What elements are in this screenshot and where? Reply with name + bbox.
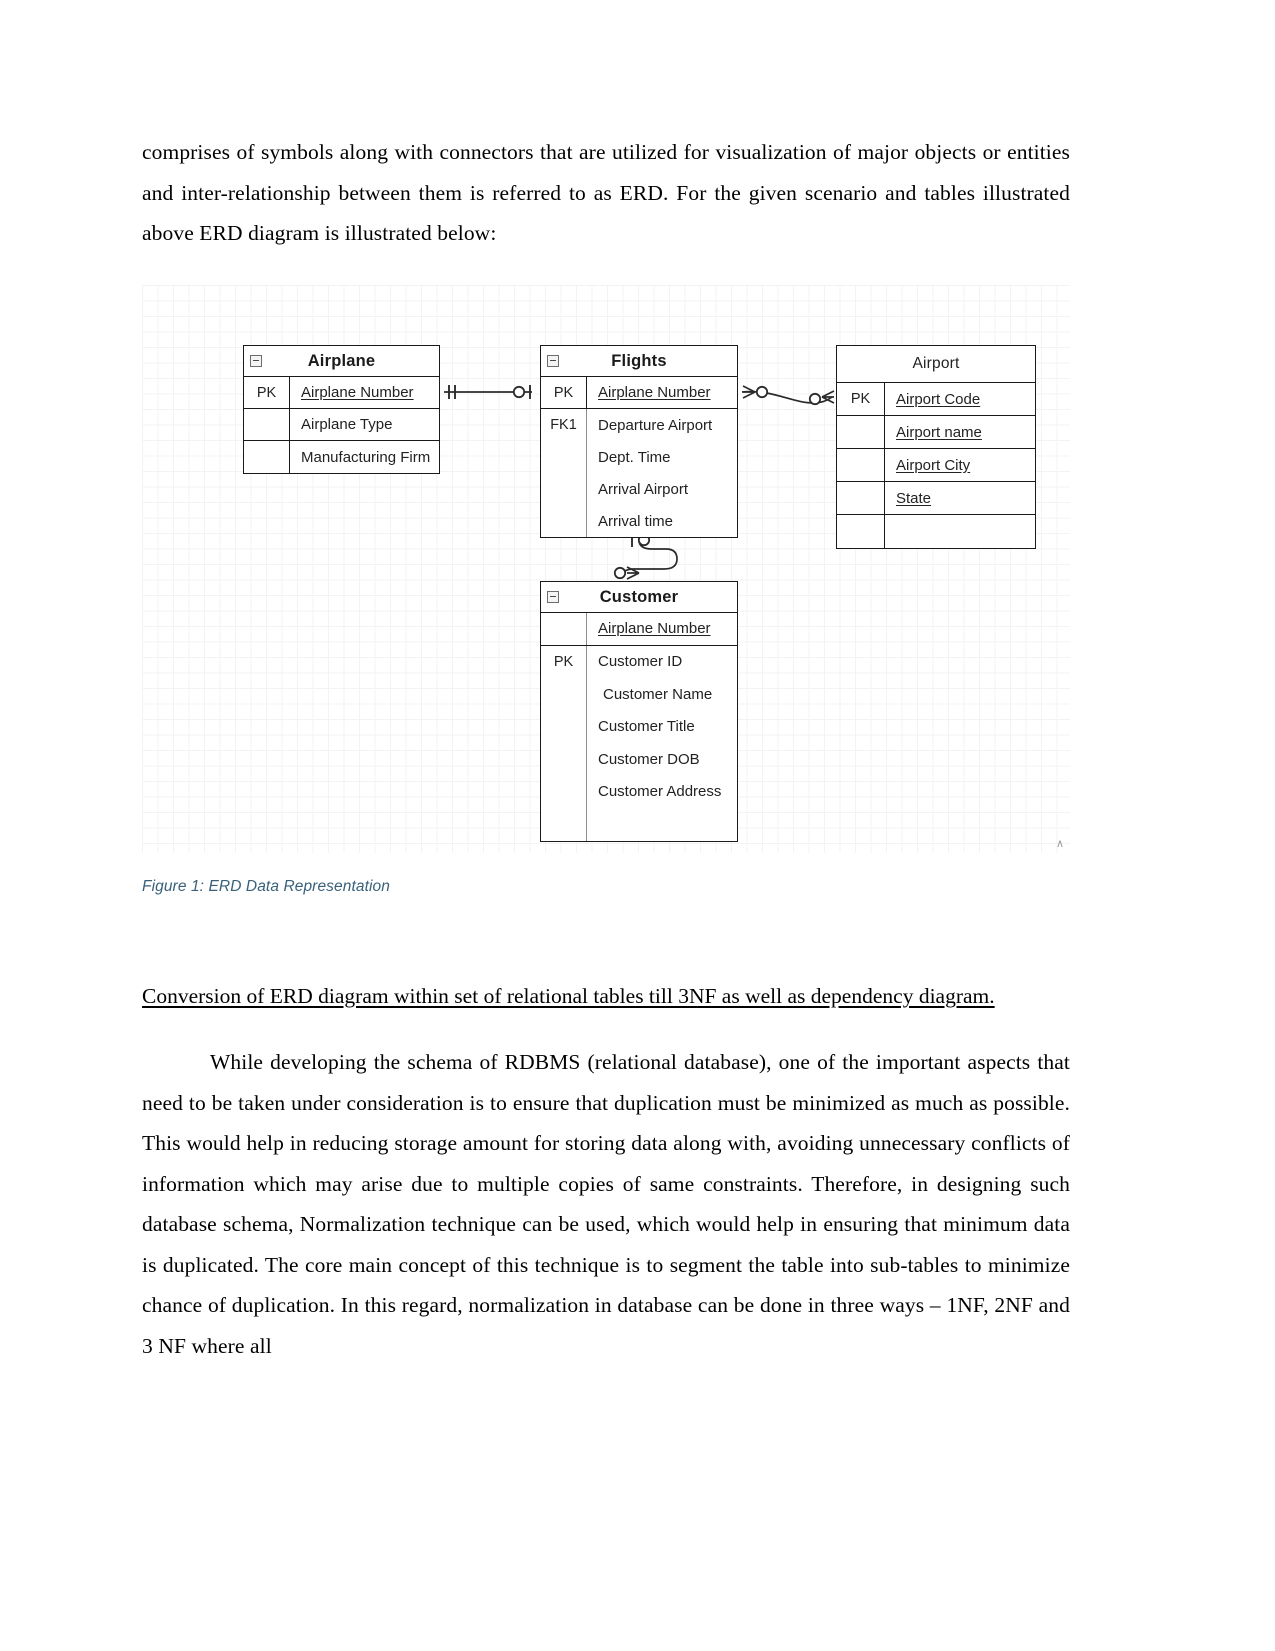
- entity-row: Arrival Airport: [541, 473, 737, 505]
- row-key: FK1: [541, 409, 587, 441]
- row-key: [837, 482, 885, 514]
- entity-airport[interactable]: Airport PK Airport Code Airport name Air…: [836, 345, 1036, 549]
- row-key: PK: [541, 645, 587, 678]
- row-attribute: Departure Airport: [598, 416, 713, 434]
- entity-row: Customer DOB: [541, 743, 737, 776]
- entity-row: Airport name: [837, 416, 1035, 449]
- row-attribute: Manufacturing Firm: [301, 448, 431, 466]
- entity-row: Customer Title: [541, 710, 737, 743]
- row-key: [541, 678, 587, 711]
- row-key: [541, 710, 587, 743]
- entity-flights[interactable]: Flights PK Airplane Number FK1 Departure…: [540, 345, 738, 538]
- figure-caption: Figure 1: ERD Data Representation: [142, 878, 390, 895]
- section-heading: Conversion of ERD diagram within set of …: [142, 984, 995, 1008]
- crowsfoot-flights-side: [742, 385, 756, 399]
- collapse-icon[interactable]: [547, 591, 559, 603]
- entity-row: Airplane Number: [541, 613, 737, 646]
- entity-row: Airport City: [837, 449, 1035, 482]
- canvas-corner-mark: ∧: [1055, 838, 1064, 850]
- row-key: [541, 775, 587, 808]
- intro-paragraph-block: comprises of symbols along with connecto…: [142, 132, 1070, 254]
- row-key: [837, 416, 885, 448]
- entity-airplane[interactable]: Airplane PK Airplane Number Airplane Typ…: [243, 345, 440, 474]
- row-key: PK: [837, 383, 885, 415]
- row-attribute: Airport City: [896, 456, 971, 474]
- entity-customer-header: Customer: [541, 582, 737, 613]
- entity-row: Airplane Type: [244, 409, 439, 441]
- body-paragraph-block: While developing the schema of RDBMS (re…: [142, 1042, 1070, 1366]
- entity-flights-header: Flights: [541, 346, 737, 377]
- intro-paragraph: comprises of symbols along with connecto…: [142, 140, 1070, 245]
- cardinality-circle-zero: [512, 385, 526, 399]
- entity-row: PK Airport Code: [837, 383, 1035, 416]
- row-attribute: Airplane Number: [598, 384, 711, 401]
- row-key: PK: [541, 377, 587, 408]
- row-attribute: State: [896, 489, 932, 507]
- row-attribute: Arrival time: [598, 512, 674, 530]
- entity-row: Arrival time: [541, 505, 737, 537]
- row-attribute: Airport name: [896, 423, 982, 441]
- collapse-icon[interactable]: [547, 355, 559, 367]
- row-attribute: Airplane Number: [598, 620, 711, 638]
- entity-row: Dept. Time: [541, 441, 737, 473]
- entity-row: State: [837, 482, 1035, 515]
- entity-customer-title: Customer: [599, 587, 679, 606]
- row-attribute: [885, 515, 1035, 548]
- row-attribute: Customer DOB: [598, 750, 700, 768]
- row-key: PK: [244, 377, 290, 408]
- entity-flights-title: Flights: [611, 351, 667, 370]
- row-key: [541, 505, 587, 537]
- erd-figure: Airplane PK Airplane Number Airplane Typ…: [142, 285, 1070, 853]
- row-key: [541, 808, 587, 841]
- entity-row: Customer Name: [541, 678, 737, 711]
- row-attribute: [587, 808, 737, 841]
- row-attribute: Airplane Type: [301, 416, 393, 433]
- row-attribute: Airport Code: [896, 390, 981, 408]
- row-key: [541, 473, 587, 505]
- cardinality-circle-airport-side: [808, 392, 822, 406]
- row-key: [837, 515, 885, 548]
- row-attribute: Customer Name: [603, 685, 713, 703]
- document-page: comprises of symbols along with connecto…: [0, 0, 1275, 1651]
- row-key: [541, 613, 587, 645]
- row-attribute: Airplane Number: [301, 384, 414, 401]
- entity-airplane-header: Airplane: [244, 346, 439, 377]
- entity-row: FK1 Departure Airport: [541, 409, 737, 441]
- entity-row: Customer Address: [541, 775, 737, 808]
- entity-row-empty: [837, 515, 1035, 548]
- entity-airport-header: Airport: [837, 346, 1035, 383]
- row-key: [541, 743, 587, 776]
- row-key: [837, 449, 885, 481]
- row-key: [244, 441, 290, 473]
- entity-row: PK Airplane Number: [244, 377, 439, 409]
- entity-airport-title: Airport: [912, 355, 960, 372]
- cardinality-circle-customer-bottom: [613, 566, 627, 580]
- row-key: [244, 409, 290, 440]
- body-paragraph: While developing the schema of RDBMS (re…: [142, 1050, 1070, 1358]
- row-attribute: Customer Address: [598, 783, 722, 801]
- row-attribute: Customer ID: [598, 653, 683, 671]
- row-attribute: Arrival Airport: [598, 480, 689, 498]
- entity-customer[interactable]: Customer Airplane Number PK Customer ID …: [540, 581, 738, 842]
- entity-row-empty: [541, 808, 737, 841]
- entity-row: Manufacturing Firm: [244, 441, 439, 473]
- row-attribute: Customer Title: [598, 718, 695, 736]
- row-key: [541, 441, 587, 473]
- entity-row: PK Airplane Number: [541, 377, 737, 409]
- row-attribute: Dept. Time: [598, 448, 671, 466]
- cardinality-circle-flights-airport: [755, 385, 769, 399]
- entity-airplane-title: Airplane: [307, 351, 376, 370]
- entity-row: PK Customer ID: [541, 645, 737, 678]
- collapse-icon[interactable]: [250, 355, 262, 367]
